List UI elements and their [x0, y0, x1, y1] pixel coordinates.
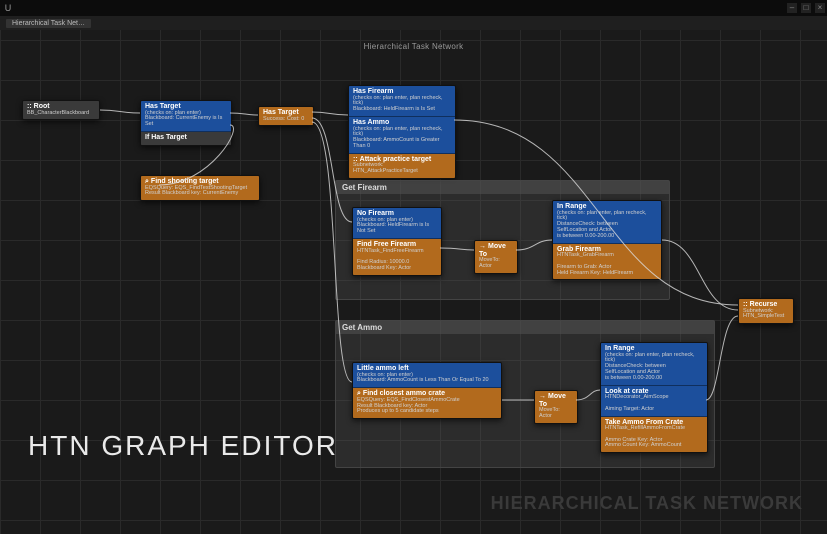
recurse-node[interactable]: ::Recurse Subnetwork: HTN_SimpleTest — [738, 298, 794, 324]
has-firearm-sub: (checks on: plan enter, plan recheck, ti… — [353, 96, 451, 113]
close-button[interactable]: × — [815, 3, 825, 13]
minimize-button[interactable]: – — [787, 3, 797, 13]
get-firearm-group-title: Get Firearm — [336, 181, 669, 194]
ammo-moveto-sub: MoveTo: Actor — [539, 408, 573, 420]
find-shooting-title: Find shooting target — [151, 178, 219, 185]
attack-sub: Subnetwork: HTN_AttackPracticeTarget — [353, 163, 451, 175]
find-shooting-sub: EQSQuery: EQS_FindTestShootingTarget Res… — [145, 186, 255, 198]
firearm-moveto-node[interactable]: →Move To MoveTo: Actor — [474, 240, 518, 274]
window-titlebar: U – □ × — [0, 0, 827, 16]
no-firearm-sub: (checks on: plan enter) Blackboard: Held… — [357, 218, 437, 235]
engine-logo-icon: U — [0, 3, 16, 13]
grab-sub: HTNTask_GrabFirearm Firearm to Grab: Act… — [557, 253, 657, 276]
has-target-sub: (checks on: plan enter) Blackboard: Curr… — [145, 111, 227, 128]
firearm-inrange-sub: (checks on: plan enter, plan recheck, ti… — [557, 211, 657, 240]
window-controls: – □ × — [787, 3, 825, 13]
editor-toolbar: Hierarchical Task Net… — [0, 16, 827, 30]
ammo-inrange-sub: (checks on: plan enter, plan recheck, ti… — [605, 353, 703, 382]
arrow-right-icon: → — [479, 243, 486, 251]
has-target-orange-sub: Success: Cost: 0 — [263, 117, 309, 123]
graph-title: Hierarchical Task Network — [0, 42, 827, 51]
recurse-title: Recurse — [750, 301, 778, 308]
find-crate-sub: EQSQuery: EQS_FindClosestAmmoCrate Resul… — [357, 398, 497, 415]
maximize-button[interactable]: □ — [801, 3, 811, 13]
has-ammo-sub: (checks on: plan enter, plan recheck, ti… — [353, 127, 451, 150]
look-sub: HTNDecorator_AimScope Aiming Target: Act… — [605, 395, 703, 412]
overlay-title: HTN GRAPH EDITOR — [28, 430, 338, 462]
footer-watermark: HIERARCHICAL TASK NETWORK — [491, 493, 803, 514]
no-firearm-node[interactable]: No Firearm (checks on: plan enter) Black… — [352, 207, 442, 276]
root-title: Root — [34, 103, 50, 110]
root-node[interactable]: ::Root BB_CharacterBlackboard — [22, 100, 100, 120]
ammo-moveto-node[interactable]: →Move To MoveTo: Actor — [534, 390, 578, 424]
arrow-right-icon: → — [539, 393, 546, 401]
has-target-orange-node[interactable]: Has Target Success: Cost: 0 — [258, 106, 314, 126]
firearm-inrange-node[interactable]: In Range (checks on: plan enter, plan re… — [552, 200, 662, 280]
find-shooting-node[interactable]: ⌕Find shooting target EQSQuery: EQS_Find… — [140, 175, 260, 201]
asset-tab[interactable]: Hierarchical Task Net… — [6, 19, 91, 28]
firearm-moveto-sub: MoveTo: Actor — [479, 258, 513, 270]
root-sub: BB_CharacterBlackboard — [27, 111, 95, 117]
get-ammo-group-title: Get Ammo — [336, 321, 714, 334]
find-free-sub: HTNTask_FindFreeFirearm Find Radius: 100… — [357, 249, 437, 272]
take-sub: HTNTask_RefillAmmoFromCrate Ammo Crate K… — [605, 426, 703, 449]
recurse-sub: Subnetwork: HTN_SimpleTest — [743, 309, 789, 321]
if-has-target-title: If Has Target — [145, 134, 227, 142]
little-ammo-sub: (checks on: plan enter) Blackboard: Ammo… — [357, 373, 497, 385]
ammo-inrange-node[interactable]: In Range (checks on: plan enter, plan re… — [600, 342, 708, 453]
little-ammo-node[interactable]: Little ammo left (checks on: plan enter)… — [352, 362, 502, 419]
has-target-node[interactable]: Has Target (checks on: plan enter) Black… — [140, 100, 232, 146]
attack-cluster-node[interactable]: Has Firearm (checks on: plan enter, plan… — [348, 85, 456, 179]
